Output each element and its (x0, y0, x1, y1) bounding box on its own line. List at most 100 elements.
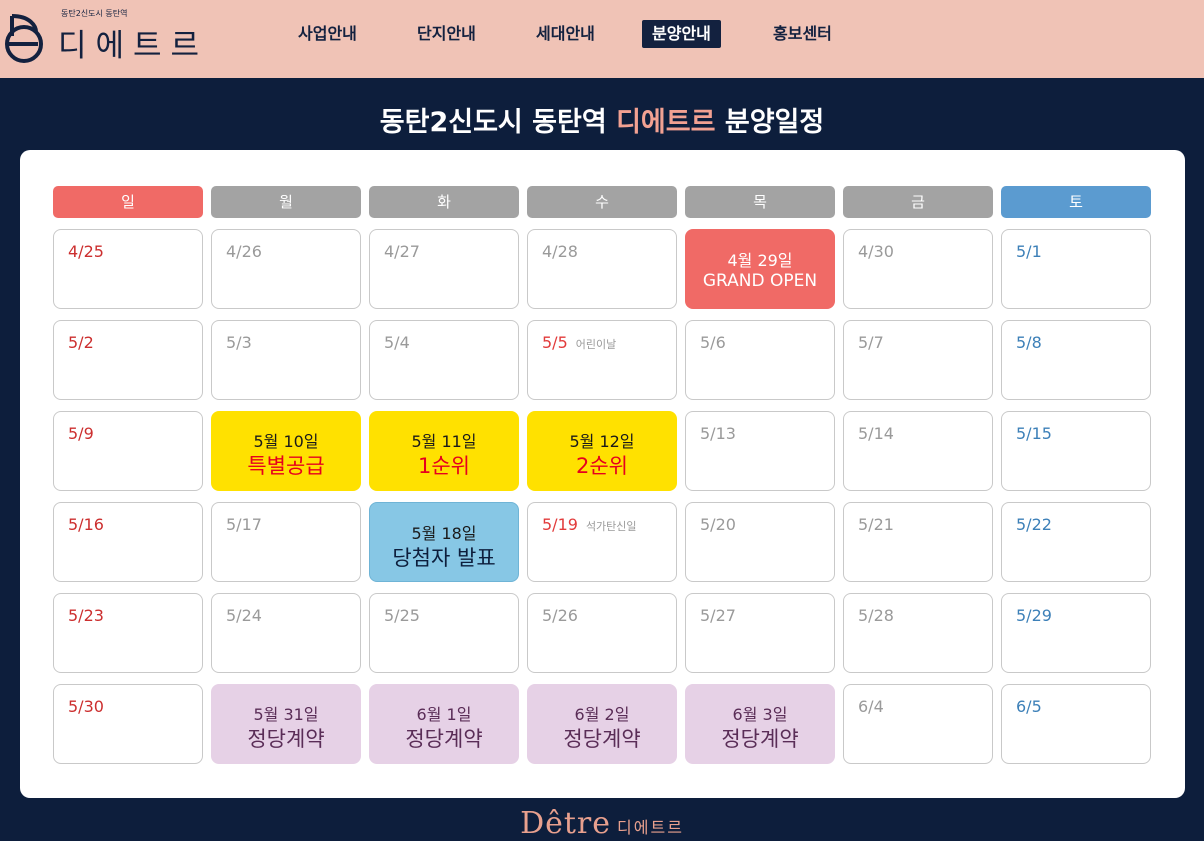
footer-logo-script: Dêtre (520, 806, 612, 841)
event-date: 5월 10일 (253, 432, 319, 451)
day-cell: 4/25 (53, 229, 203, 309)
day-date: 5/20 (700, 515, 736, 534)
day-date-wrap: 4/26 (226, 242, 262, 261)
day-date-wrap: 5/22 (1016, 515, 1052, 534)
day-cell: 5/7 (843, 320, 993, 400)
event-label: 정당계약 (721, 727, 799, 751)
day-cell: 5/19 석가탄신일 (527, 502, 677, 582)
day-date-wrap: 5/17 (226, 515, 262, 534)
day-cell: 5/14 (843, 411, 993, 491)
day-cell: 5/24 (211, 593, 361, 673)
day-date: 5/4 (384, 333, 410, 352)
day-date-wrap: 5/28 (858, 606, 894, 625)
weekday-header: 금 (843, 186, 993, 218)
day-date: 5/29 (1016, 606, 1052, 625)
day-date-wrap: 6/4 (858, 697, 884, 716)
page-title: 동탄2신도시 동탄역 디에트르 분양일정 (0, 100, 1204, 139)
day-date: 5/2 (68, 333, 94, 352)
day-cell: 5/17 (211, 502, 361, 582)
day-date-wrap: 5/9 (68, 424, 94, 443)
day-date-wrap: 5/5 어린이날 (542, 333, 616, 352)
nav-item-complex[interactable]: 단지안내 (417, 20, 476, 48)
day-cell: 5/23 (53, 593, 203, 673)
day-date-wrap: 4/27 (384, 242, 420, 261)
day-cell: 5/30 (53, 684, 203, 764)
day-cell: 5/16 (53, 502, 203, 582)
day-cell: 5/27 (685, 593, 835, 673)
day-cell: 5/13 (685, 411, 835, 491)
day-date: 4/28 (542, 242, 578, 261)
day-cell: 5/3 (211, 320, 361, 400)
day-date: 5/25 (384, 606, 420, 625)
event-date: 5월 11일 (411, 432, 477, 451)
day-date: 5/13 (700, 424, 736, 443)
day-date: 5/16 (68, 515, 104, 534)
day-date-wrap: 4/30 (858, 242, 894, 261)
day-cell: 5/22 (1001, 502, 1151, 582)
day-cell: 4/28 (527, 229, 677, 309)
day-date-wrap: 5/24 (226, 606, 262, 625)
day-date-wrap: 5/21 (858, 515, 894, 534)
nav-item-sales[interactable]: 분양안내 (642, 20, 721, 48)
site-header: 동탄2신도시 동탄역 디에트르 사업안내 단지안내 세대안내 분양안내 홍보센터 (0, 0, 1204, 78)
day-cell: 5/2 (53, 320, 203, 400)
day-cell: 5/20 (685, 502, 835, 582)
day-date: 4/26 (226, 242, 262, 261)
day-date: 5/7 (858, 333, 884, 352)
event-label: 2순위 (575, 454, 628, 478)
brand-mark-icon (5, 14, 43, 63)
day-date-wrap: 5/3 (226, 333, 252, 352)
day-date: 5/23 (68, 606, 104, 625)
event-label: GRAND OPEN (702, 271, 818, 291)
day-cell: 4/26 (211, 229, 361, 309)
event-cell: 6월 1일 정당계약 (369, 684, 519, 764)
event-cell: 5월 11일 1순위 (369, 411, 519, 491)
day-date: 5/28 (858, 606, 894, 625)
day-date-wrap: 5/14 (858, 424, 894, 443)
day-date-wrap: 4/25 (68, 242, 104, 261)
day-date-wrap: 5/20 (700, 515, 736, 534)
weekday-header: 목 (685, 186, 835, 218)
day-date: 5/14 (858, 424, 894, 443)
nav-item-business[interactable]: 사업안내 (298, 20, 357, 48)
day-date: 6/5 (1016, 697, 1042, 716)
day-cell: 5/28 (843, 593, 993, 673)
brand-name: 디에트르 (58, 28, 209, 64)
day-date: 5/17 (226, 515, 262, 534)
day-cell: 5/1 (1001, 229, 1151, 309)
day-date-wrap: 5/16 (68, 515, 104, 534)
event-cell: 5월 10일 특별공급 (211, 411, 361, 491)
day-date: 5/8 (1016, 333, 1042, 352)
event-cell: 5월 31일 정당계약 (211, 684, 361, 764)
weekday-header: 토 (1001, 186, 1151, 218)
event-date: 5월 31일 (253, 705, 319, 724)
day-date: 5/27 (700, 606, 736, 625)
day-date: 5/1 (1016, 242, 1042, 261)
nav-item-promotion[interactable]: 홍보센터 (773, 20, 832, 48)
nav-item-unit[interactable]: 세대안내 (536, 20, 595, 48)
event-date: 4월 29일 (727, 251, 793, 270)
day-date-wrap: 5/23 (68, 606, 104, 625)
day-cell: 5/6 (685, 320, 835, 400)
day-date-wrap: 5/19 석가탄신일 (542, 515, 637, 534)
day-date: 5/26 (542, 606, 578, 625)
brand-logo[interactable]: 동탄2신도시 동탄역 디에트르 (0, 6, 230, 66)
title-accent: 디에트르 (616, 107, 716, 138)
day-date: 5/24 (226, 606, 262, 625)
day-date: 5/30 (68, 697, 104, 716)
day-date-wrap: 5/15 (1016, 424, 1052, 443)
day-date: 5/3 (226, 333, 252, 352)
event-label: 1순위 (417, 454, 470, 478)
event-cell: 6월 2일 정당계약 (527, 684, 677, 764)
weekday-header: 수 (527, 186, 677, 218)
day-cell: 4/27 (369, 229, 519, 309)
holiday-note: 석가탄신일 (585, 520, 637, 533)
day-date: 4/30 (858, 242, 894, 261)
day-cell: 5/25 (369, 593, 519, 673)
day-date: 5/19 (542, 515, 578, 534)
day-date-wrap: 6/5 (1016, 697, 1042, 716)
day-date: 5/6 (700, 333, 726, 352)
day-cell: 5/8 (1001, 320, 1151, 400)
day-cell: 5/4 (369, 320, 519, 400)
day-date-wrap: 4/28 (542, 242, 578, 261)
